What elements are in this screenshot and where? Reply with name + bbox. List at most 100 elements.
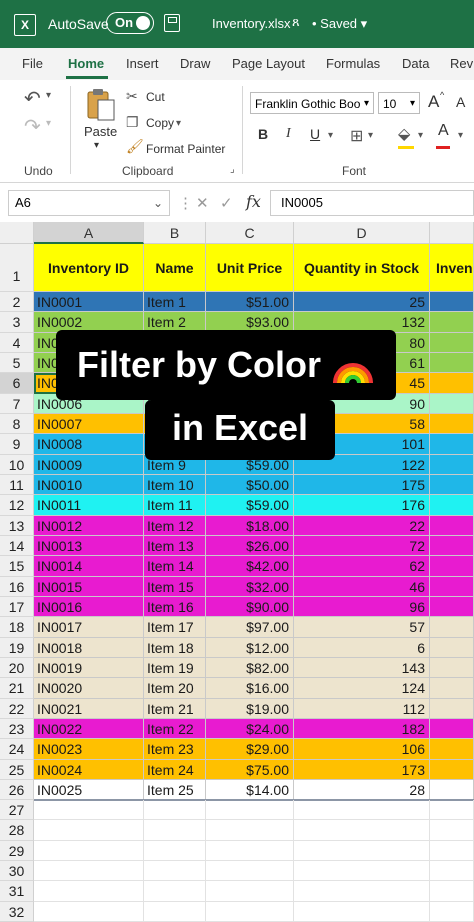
tab-home[interactable]: Home <box>68 56 104 71</box>
cell-name[interactable]: Item 23 <box>144 739 206 760</box>
cell-extra[interactable] <box>430 394 474 414</box>
cell-id[interactable]: IN0015 <box>34 577 144 597</box>
tab-file[interactable]: File <box>22 56 43 71</box>
cell-id[interactable]: IN0014 <box>34 556 144 577</box>
cell-extra[interactable] <box>430 333 474 353</box>
row-header[interactable]: 18 <box>0 617 34 638</box>
empty-cell[interactable] <box>34 881 144 902</box>
cell-id[interactable]: IN0023 <box>34 739 144 760</box>
cell-extra[interactable] <box>430 353 474 373</box>
row-header[interactable]: 2 <box>0 292 34 312</box>
tab-draw[interactable]: Draw <box>180 56 210 71</box>
cell-id[interactable]: IN0009 <box>34 455 144 475</box>
cell-price[interactable]: $16.00 <box>206 678 294 699</box>
format-painter-label[interactable]: Format Painter <box>146 142 225 156</box>
cell-price[interactable]: $42.00 <box>206 556 294 577</box>
row-header[interactable]: 10 <box>0 455 34 475</box>
cell-name[interactable]: Item 17 <box>144 617 206 638</box>
file-name[interactable]: Inventory.xlsx <box>212 16 291 31</box>
cell-qty[interactable]: 112 <box>294 699 430 719</box>
cell-qty[interactable]: 175 <box>294 475 430 495</box>
font-name-select[interactable]: Franklin Gothic Boo ▾ <box>250 92 374 114</box>
cell-price[interactable]: $51.00 <box>206 292 294 312</box>
cancel-icon[interactable]: ✕ <box>196 194 209 212</box>
underline-dropdown-icon[interactable]: ▾ <box>328 130 333 141</box>
fill-color-dropdown-icon[interactable]: ▾ <box>418 130 423 141</box>
cell-qty[interactable]: 28 <box>294 780 430 800</box>
font-color-button[interactable]: A <box>438 122 449 140</box>
cell-price[interactable]: $14.00 <box>206 780 294 800</box>
scissors-icon[interactable]: ✂ <box>126 88 138 105</box>
format-painter-icon[interactable]: 🖌 <box>126 138 144 155</box>
empty-cell[interactable] <box>34 820 144 841</box>
empty-cell[interactable] <box>294 902 430 922</box>
cell-name[interactable]: Item 1 <box>144 292 206 312</box>
borders-dropdown-icon[interactable]: ▾ <box>368 130 373 141</box>
row-header[interactable]: 8 <box>0 414 34 434</box>
row-header[interactable]: 14 <box>0 536 34 556</box>
row-header[interactable]: 30 <box>0 861 34 881</box>
cell-qty[interactable]: 57 <box>294 617 430 638</box>
cell-id[interactable]: IN0013 <box>34 536 144 556</box>
redo-icon[interactable]: ↷ <box>24 114 41 139</box>
cell-name[interactable]: Item 16 <box>144 597 206 617</box>
cell-qty[interactable]: 176 <box>294 495 430 516</box>
cell-id[interactable]: IN0018 <box>34 638 144 658</box>
cell-qty[interactable]: 124 <box>294 678 430 699</box>
row-header[interactable]: 24 <box>0 739 34 760</box>
undo-icon[interactable]: ↶ <box>24 86 41 111</box>
empty-cell[interactable] <box>206 861 294 881</box>
cell-extra[interactable] <box>430 638 474 658</box>
row-header[interactable]: 16 <box>0 577 34 597</box>
cell-extra[interactable] <box>430 373 474 394</box>
cell-id[interactable]: IN0007 <box>34 414 144 434</box>
copy-dropdown-icon[interactable]: ▾ <box>176 118 181 129</box>
cell-name[interactable]: Item 18 <box>144 638 206 658</box>
row-header[interactable]: 4 <box>0 333 34 353</box>
cell-id[interactable]: IN0010 <box>34 475 144 495</box>
clipboard-launcher-icon[interactable]: ⌟ <box>230 164 235 175</box>
more-options-icon[interactable]: ⋮ <box>178 194 193 212</box>
cell-name[interactable]: Item 10 <box>144 475 206 495</box>
cell-price[interactable]: $90.00 <box>206 597 294 617</box>
cell-extra[interactable] <box>430 292 474 312</box>
cell-qty[interactable]: 106 <box>294 739 430 760</box>
header-cell[interactable]: Name <box>144 244 206 292</box>
empty-cell[interactable] <box>430 800 474 820</box>
cell-name[interactable]: Item 15 <box>144 577 206 597</box>
tab-review[interactable]: Rev <box>450 56 473 71</box>
cell-price[interactable]: $26.00 <box>206 536 294 556</box>
row-header[interactable]: 3 <box>0 312 34 333</box>
font-size-select[interactable]: 10 ▾ <box>378 92 420 114</box>
select-all-corner[interactable] <box>0 222 34 244</box>
row-header[interactable]: 15 <box>0 556 34 577</box>
empty-cell[interactable] <box>206 881 294 902</box>
formula-input[interactable]: IN0005 <box>270 190 474 216</box>
cell-qty[interactable]: 96 <box>294 597 430 617</box>
share-person-icon[interactable]: ጸ <box>292 14 300 30</box>
empty-cell[interactable] <box>294 881 430 902</box>
cell-qty[interactable]: 25 <box>294 292 430 312</box>
column-header-col-d[interactable]: D <box>294 222 430 244</box>
cell-id[interactable]: IN0021 <box>34 699 144 719</box>
cell-price[interactable]: $29.00 <box>206 739 294 760</box>
cell-name[interactable]: Item 22 <box>144 719 206 739</box>
column-header-col-e[interactable] <box>430 222 474 244</box>
cell-price[interactable]: $50.00 <box>206 475 294 495</box>
cell-extra[interactable] <box>430 699 474 719</box>
cell-extra[interactable] <box>430 597 474 617</box>
empty-cell[interactable] <box>144 902 206 922</box>
row-header[interactable]: 22 <box>0 699 34 719</box>
row-header[interactable]: 1 <box>0 244 34 292</box>
empty-cell[interactable] <box>430 841 474 861</box>
cell-price[interactable]: $12.00 <box>206 638 294 658</box>
empty-cell[interactable] <box>294 820 430 841</box>
italic-button[interactable]: I <box>286 126 291 142</box>
header-cell[interactable]: Inven <box>430 244 474 292</box>
cell-id[interactable]: IN0022 <box>34 719 144 739</box>
check-icon[interactable]: ✓ <box>220 194 233 212</box>
empty-cell[interactable] <box>206 800 294 820</box>
empty-cell[interactable] <box>34 861 144 881</box>
cell-extra[interactable] <box>430 455 474 475</box>
column-header-col-c[interactable]: C <box>206 222 294 244</box>
